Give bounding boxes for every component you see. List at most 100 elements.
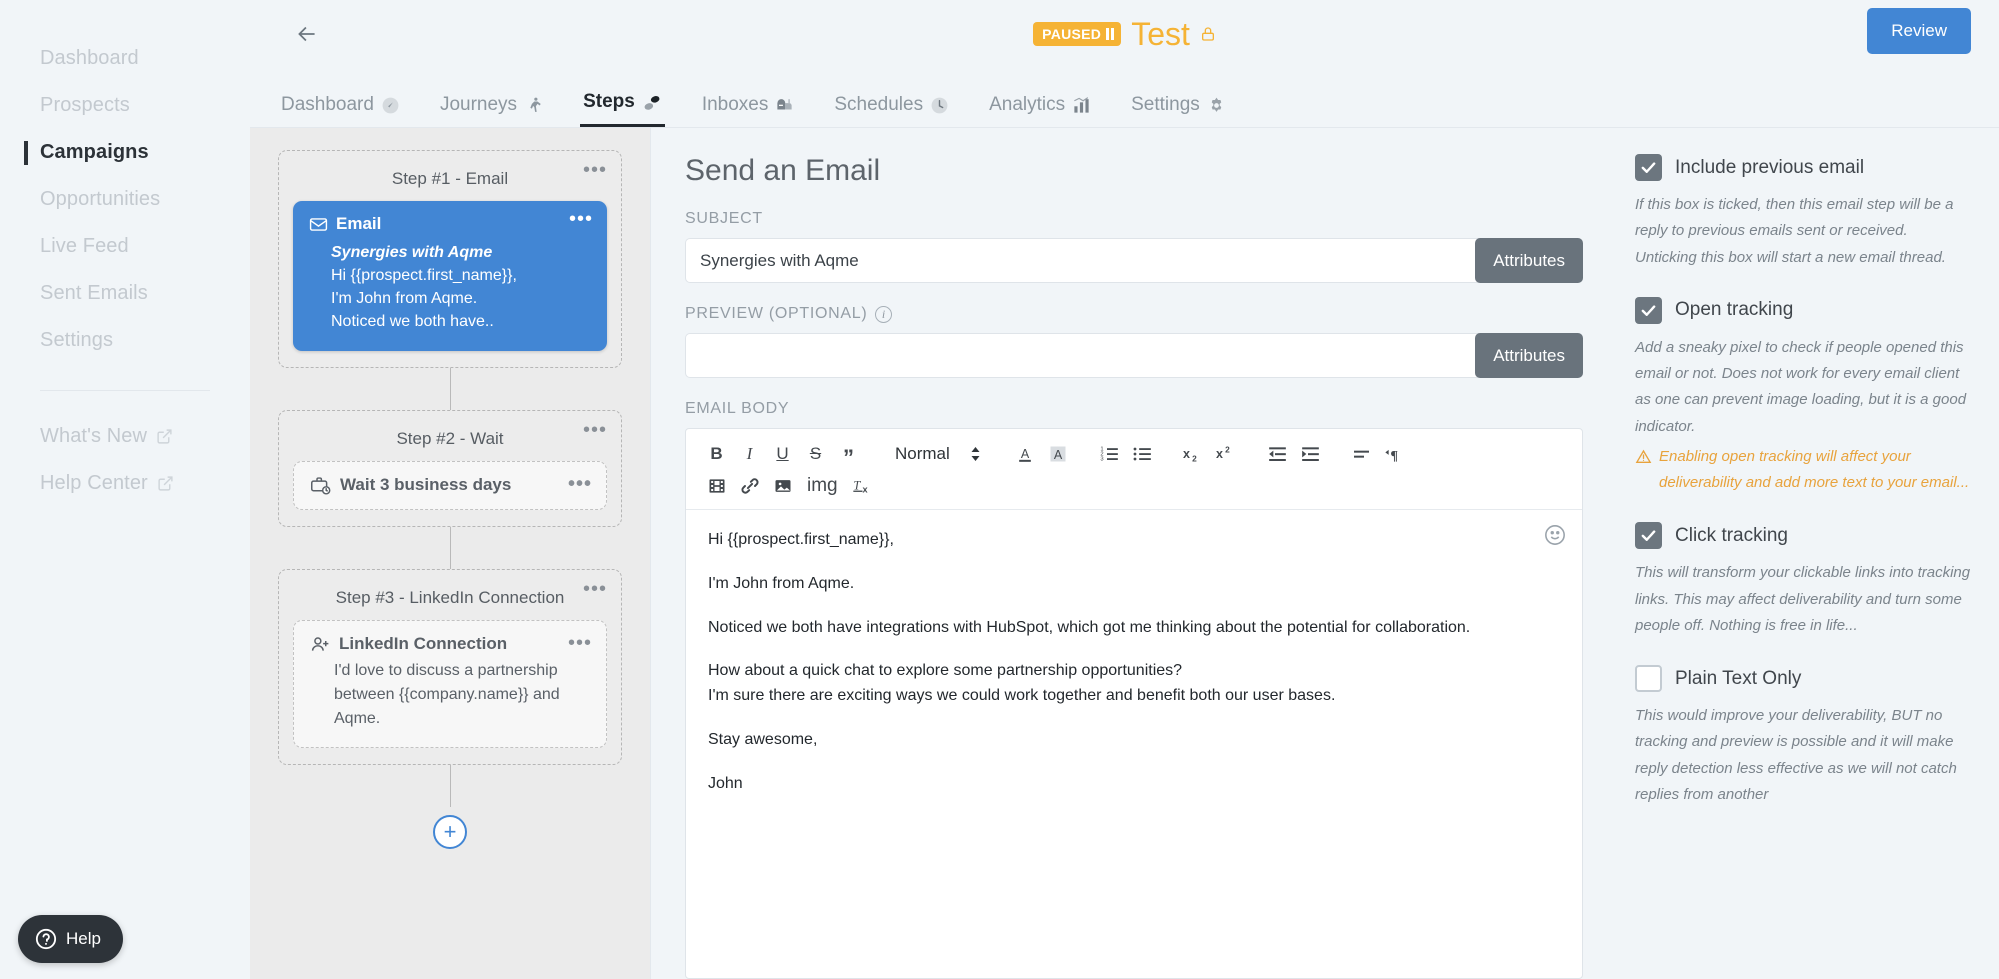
sidebar-item-opportunities[interactable]: Opportunities — [40, 176, 250, 223]
checkbox-plain-text-only[interactable] — [1635, 665, 1662, 692]
warning-triangle-icon — [1635, 449, 1652, 463]
clear-formatting-button[interactable]: Tx — [846, 470, 879, 502]
external-link-icon — [158, 476, 173, 491]
format-select-value: Normal — [895, 444, 950, 463]
step-block-2[interactable]: ••• Step #2 - Wait ••• Wait 3 business d… — [278, 409, 622, 527]
option-label: Click tracking — [1675, 524, 1788, 546]
tab-dashboard[interactable]: Dashboard — [278, 94, 403, 127]
option-plain-text-only[interactable]: Plain Text Only — [1635, 665, 1971, 692]
bullet-list-icon — [1133, 447, 1151, 461]
strikethrough-button[interactable]: S — [799, 438, 832, 470]
outdent-button[interactable] — [1261, 438, 1294, 470]
step-3-menu-icon[interactable]: ••• — [583, 579, 607, 599]
option-click-tracking[interactable]: Click tracking — [1635, 522, 1971, 550]
tab-schedules[interactable]: Schedules — [831, 94, 952, 127]
preview-attributes-button[interactable]: Attributes — [1475, 333, 1583, 378]
option-description: This will transform your clickable links… — [1635, 564, 1971, 634]
sidebar-item-sent-emails[interactable]: Sent Emails — [40, 270, 250, 317]
step-3-card[interactable]: ••• LinkedIn Connection I'd love to disc… — [293, 619, 607, 748]
bullet-list-button[interactable] — [1126, 438, 1159, 470]
step-1-preview-line: Hi {{prospect.first_name}}, — [331, 267, 517, 284]
email-body-content[interactable]: Hi {{prospect.first_name}}, I'm John fro… — [686, 510, 1582, 978]
sidebar-item-whats-new[interactable]: What's New — [40, 413, 250, 460]
back-button[interactable] — [290, 17, 324, 51]
add-step-button[interactable]: + — [433, 814, 467, 849]
tab-analytics[interactable]: Analytics — [986, 94, 1094, 127]
body-paragraph: Hi {{prospect.first_name}}, — [708, 531, 894, 548]
option-label: Plain Text Only — [1675, 667, 1802, 689]
sidebar-item-settings[interactable]: Settings — [40, 317, 250, 364]
tab-settings[interactable]: Settings — [1128, 94, 1229, 127]
content-row: ••• Step #1 - Email ••• Email Synergies … — [250, 128, 1999, 979]
subject-input[interactable] — [685, 238, 1482, 283]
link-button[interactable] — [733, 470, 766, 502]
review-button[interactable]: Review — [1867, 8, 1971, 54]
step-2-title: Step #2 - Wait — [396, 428, 504, 448]
step-2-card[interactable]: ••• Wait 3 business days — [293, 460, 607, 510]
highlight-color-button[interactable]: A — [1042, 438, 1075, 470]
sidebar-item-campaigns[interactable]: Campaigns — [24, 129, 250, 176]
video-button[interactable] — [700, 470, 733, 502]
svg-text:x: x — [862, 485, 868, 495]
step-1-menu-icon[interactable]: ••• — [583, 160, 607, 180]
svg-text:x: x — [1216, 447, 1223, 461]
sidebar-item-live-feed[interactable]: Live Feed — [40, 223, 250, 270]
format-select[interactable]: Normal — [883, 438, 991, 470]
step-1-title: Step #1 - Email — [391, 169, 509, 188]
person-add-icon — [311, 636, 329, 651]
step-1-card[interactable]: ••• Email Synergies with Aqme Hi {{prosp… — [293, 201, 607, 351]
sidebar-item-dashboard[interactable]: Dashboard — [40, 35, 250, 82]
gear-icon — [1211, 97, 1222, 112]
step-3-card-label: LinkedIn Connection — [339, 634, 508, 654]
preview-input[interactable] — [685, 333, 1482, 378]
step-2-card-menu-icon[interactable]: ••• — [568, 474, 592, 494]
image-button[interactable] — [766, 470, 799, 502]
text-direction-button[interactable]: ¶ — [1378, 438, 1411, 470]
indent-button[interactable] — [1294, 438, 1327, 470]
checkbox-click-tracking[interactable] — [1635, 522, 1662, 550]
sidebar-item-prospects[interactable]: Prospects — [40, 82, 250, 129]
clock-icon — [931, 97, 948, 113]
tab-steps[interactable]: Steps — [580, 91, 665, 127]
emoji-icon[interactable] — [1544, 524, 1566, 546]
step-3-card-menu-icon[interactable]: ••• — [568, 633, 592, 653]
subscript-icon: x2 — [1183, 447, 1197, 463]
email-editor: Send an Email SUBJECT Attributes PREVIEW… — [650, 128, 1609, 979]
svg-text:x: x — [1183, 447, 1190, 461]
italic-button[interactable]: I — [733, 438, 766, 470]
step-2-menu-icon[interactable]: ••• — [583, 420, 607, 440]
sidebar-item-label: Sent Emails — [40, 282, 148, 304]
img-text-button[interactable]: img — [799, 470, 846, 502]
ordered-list-button[interactable]: 123 — [1093, 438, 1126, 470]
step-block-1[interactable]: ••• Step #1 - Email ••• Email Synergies … — [278, 150, 622, 368]
subject-attributes-button[interactable]: Attributes — [1475, 238, 1583, 283]
step-1-preview-line: Noticed we both have.. — [331, 313, 494, 331]
body-paragraph: I'm sure there are exciting ways we coul… — [708, 687, 1336, 705]
sidebar-item-help-center[interactable]: Help Center — [40, 460, 250, 507]
underline-button[interactable]: U — [766, 438, 799, 470]
checkbox-include-previous-email[interactable] — [1635, 154, 1662, 181]
blockquote-button[interactable]: ” — [832, 438, 865, 470]
option-label: Open tracking — [1675, 299, 1794, 321]
bold-button[interactable]: B — [700, 438, 733, 470]
info-icon[interactable]: i — [875, 305, 893, 323]
step-block-3[interactable]: ••• Step #3 - LinkedIn Connection ••• Li… — [278, 568, 622, 765]
app-root: Dashboard Prospects Campaigns Opportunit… — [0, 0, 1999, 979]
superscript-button[interactable]: x2 — [1210, 438, 1243, 470]
sidebar-item-label: Live Feed — [40, 235, 129, 257]
rtl-icon: ¶ — [1385, 448, 1398, 464]
option-include-previous-email[interactable]: Include previous email — [1635, 154, 1971, 181]
text-color-icon: A — [1019, 447, 1032, 462]
step-1-card-menu-icon[interactable]: ••• — [569, 209, 593, 229]
help-widget-button[interactable]: Help — [18, 915, 123, 963]
text-color-button[interactable]: A — [1009, 438, 1042, 470]
subscript-button[interactable]: x2 — [1177, 438, 1210, 470]
align-button[interactable] — [1345, 438, 1378, 470]
option-open-tracking[interactable]: Open tracking — [1635, 296, 1971, 324]
email-options-panel: Include previous email If this box is ti… — [1609, 128, 1999, 979]
tab-journeys[interactable]: Journeys — [437, 94, 546, 127]
check-icon — [1641, 162, 1656, 173]
checkbox-open-tracking[interactable] — [1635, 296, 1662, 324]
step-3-title: Step #3 - LinkedIn Connection — [335, 587, 565, 607]
tab-inboxes[interactable]: Inboxes — [699, 94, 798, 127]
